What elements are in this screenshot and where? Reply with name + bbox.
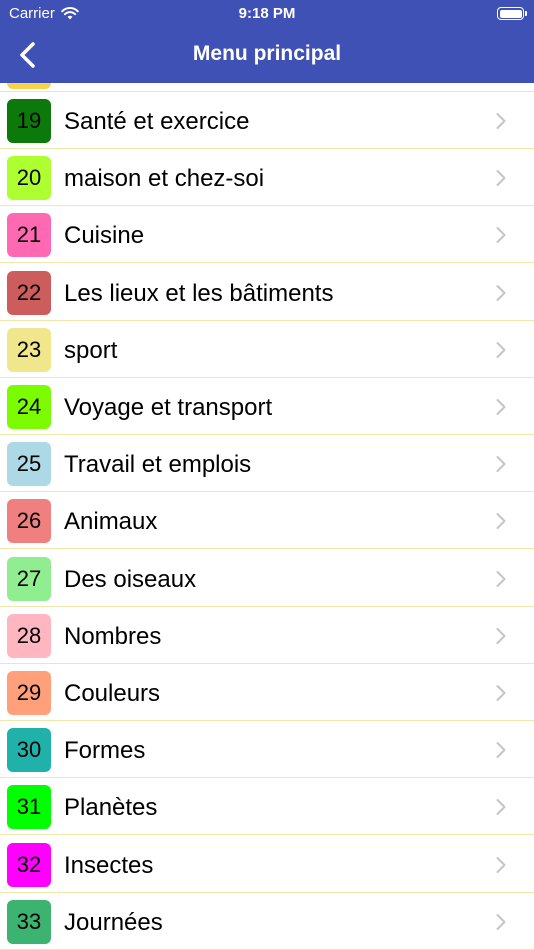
list-item-label: Animaux xyxy=(64,508,158,536)
page-title: Menu principal xyxy=(192,42,342,65)
list-item-label: Insectes xyxy=(64,851,154,879)
chevron-right-icon xyxy=(496,742,506,759)
list-item-label: Formes xyxy=(64,737,146,765)
chevron-right-icon xyxy=(496,113,506,129)
number-badge: 23 xyxy=(7,327,51,372)
list-item-28[interactable]: 28 Nombres xyxy=(0,607,534,664)
list-item-20[interactable]: 20 maison et chez-soi xyxy=(0,149,534,207)
list-item-label: Travail et emplois xyxy=(64,451,252,479)
chevron-right-icon xyxy=(496,227,506,244)
number-badge: 28 xyxy=(7,613,51,658)
chevron-right-icon xyxy=(496,570,506,587)
number-badge: 24 xyxy=(7,385,51,429)
list-item-32[interactable]: 32 Insectes xyxy=(0,836,534,893)
navigation-bar: Menu principal xyxy=(0,28,534,83)
chevron-right-icon xyxy=(496,685,506,701)
chevron-right-icon xyxy=(496,913,506,930)
list-item-label: Les lieux et les bâtiments xyxy=(64,279,334,307)
number-badge: 20 xyxy=(7,156,51,201)
number-badge: 31 xyxy=(7,785,51,830)
list-item-label: sport xyxy=(64,336,118,364)
list-item-21[interactable]: 21 Cuisine xyxy=(0,206,534,264)
list-item-24[interactable]: 24 Voyage et transport xyxy=(0,378,534,435)
number-badge: 25 xyxy=(7,442,51,487)
number-badge: 29 xyxy=(7,671,51,715)
list-item-label: Des oiseaux xyxy=(64,565,197,593)
battery-icon xyxy=(497,7,527,20)
list-item-label: Journées xyxy=(64,908,163,936)
number-badge: 22 xyxy=(7,270,51,315)
number-badge: 27 xyxy=(7,556,51,601)
number-badge: 32 xyxy=(7,842,51,887)
number-badge: 30 xyxy=(7,728,51,773)
list-item-label: Voyage et transport xyxy=(64,394,273,421)
list-item-label: Santé et exercice xyxy=(64,108,250,135)
number-badge xyxy=(7,83,51,89)
chevron-right-icon xyxy=(496,513,506,530)
list-item-label: maison et chez-soi xyxy=(64,165,265,193)
list-item-29[interactable]: 29 Couleurs xyxy=(0,664,534,721)
list-item-19[interactable]: 19 Santé et exercice xyxy=(0,92,534,149)
number-badge: 21 xyxy=(7,213,51,258)
list-item-25[interactable]: 25 Travail et emplois xyxy=(0,435,534,493)
list-item-partial[interactable] xyxy=(0,83,534,92)
list-item-31[interactable]: 31 Planètes xyxy=(0,778,534,836)
list-item-30[interactable]: 30 Formes xyxy=(0,721,534,779)
number-badge: 26 xyxy=(7,499,51,544)
number-badge: 19 xyxy=(7,99,51,143)
chevron-right-icon xyxy=(496,399,506,415)
chevron-right-icon xyxy=(496,284,506,301)
status-time: 9:18 PM xyxy=(238,5,296,22)
number-badge: 33 xyxy=(7,899,51,944)
list-item-33[interactable]: 33 Journées xyxy=(0,893,534,950)
chevron-right-icon xyxy=(496,341,506,358)
chevron-right-icon xyxy=(496,799,506,816)
list-item-22[interactable]: 22 Les lieux et les bâtiments xyxy=(0,264,534,321)
chevron-right-icon xyxy=(496,627,506,644)
menu-list: 19 Santé et exercice 20 maison et chez-s… xyxy=(0,83,534,950)
chevron-right-icon xyxy=(496,456,506,473)
list-item-27[interactable]: 27 Des oiseaux xyxy=(0,550,534,607)
list-item-label: Nombres xyxy=(64,622,162,650)
chevron-right-icon xyxy=(496,856,506,873)
list-item-26[interactable]: 26 Animaux xyxy=(0,492,534,550)
chevron-right-icon xyxy=(496,170,506,187)
list-item-23[interactable]: 23 sport xyxy=(0,321,534,378)
list-item-label: Couleurs xyxy=(64,680,161,707)
list-item-label: Planètes xyxy=(64,794,158,822)
list-item-label: Cuisine xyxy=(64,222,145,250)
status-bar: Carrier 9:18 PM xyxy=(0,0,534,28)
